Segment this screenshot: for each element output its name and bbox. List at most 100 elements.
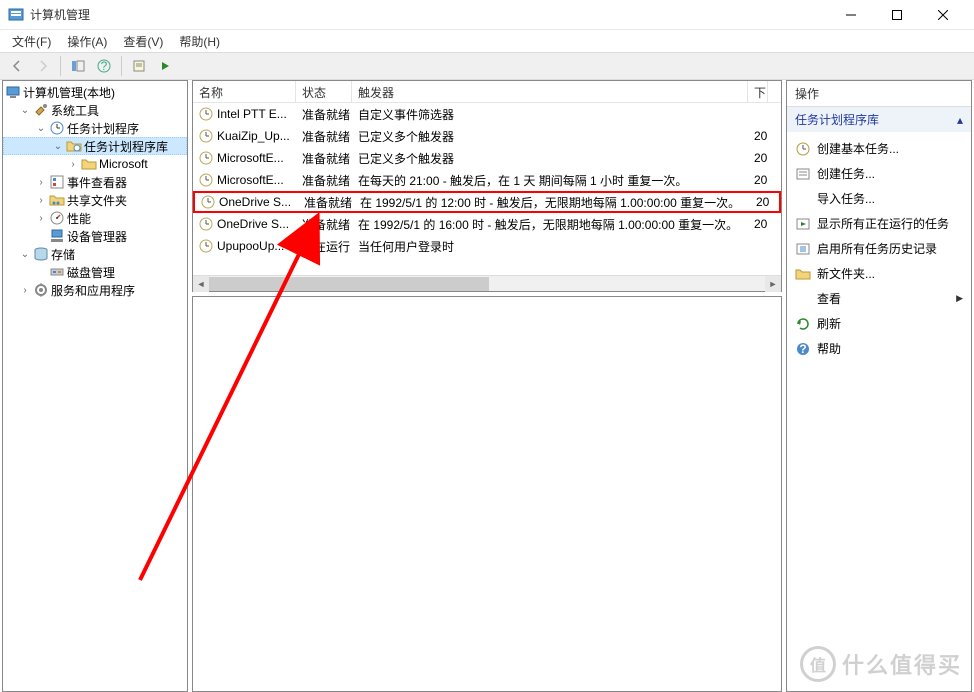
- cell-name: OneDrive S...: [193, 215, 296, 233]
- header-trigger[interactable]: 触发器: [352, 81, 748, 102]
- tree-task-scheduler[interactable]: ⌄ 任务计划程序: [3, 119, 187, 137]
- tree-panel[interactable]: 计算机管理(本地) ⌄ 系统工具 ⌄ 任务计划程序 ⌄ 任务计划程序库 › Mi…: [2, 80, 188, 692]
- chevron-down-icon[interactable]: ⌄: [33, 123, 49, 134]
- tree-event-viewer[interactable]: › 事件查看器: [3, 173, 187, 191]
- folder-icon: [795, 266, 811, 282]
- action-item[interactable]: 刷新: [787, 311, 971, 336]
- header-status[interactable]: 状态: [296, 81, 352, 102]
- tree-label: 事件查看器: [67, 174, 127, 191]
- close-button[interactable]: [920, 0, 966, 30]
- maximize-button[interactable]: [874, 0, 920, 30]
- tree-microsoft[interactable]: › Microsoft: [3, 155, 187, 173]
- back-button[interactable]: [6, 55, 28, 77]
- cell-status: 准备就绪: [296, 214, 352, 235]
- forward-button[interactable]: [32, 55, 54, 77]
- tree-shared-folders[interactable]: › 共享文件夹: [3, 191, 187, 209]
- tree-label: 任务计划程序库: [84, 138, 168, 155]
- app-icon: [8, 7, 24, 23]
- task-icon: [199, 107, 213, 121]
- header-name[interactable]: 名称: [193, 81, 296, 102]
- collapse-icon[interactable]: ▴: [957, 113, 963, 127]
- tools-icon: [33, 102, 49, 118]
- task-icon: [199, 151, 213, 165]
- list-body[interactable]: Intel PTT E...准备就绪自定义事件筛选器KuaiZip_Up...准…: [193, 103, 781, 275]
- cell-trigger: 当任何用户登录时: [352, 236, 748, 257]
- tree-device-manager[interactable]: › 设备管理器: [3, 227, 187, 245]
- chevron-down-icon[interactable]: ⌄: [50, 141, 66, 152]
- horizontal-scrollbar[interactable]: ◄ ►: [193, 275, 781, 291]
- chevron-right-icon[interactable]: ›: [65, 159, 81, 170]
- cell-trigger: 已定义多个触发器: [352, 148, 748, 169]
- tree-storage[interactable]: ⌄ 存储: [3, 245, 187, 263]
- scroll-left-icon[interactable]: ◄: [193, 276, 209, 292]
- task-icon: [199, 239, 213, 253]
- table-row[interactable]: MicrosoftE...准备就绪在每天的 21:00 - 触发后，在 1 天 …: [193, 169, 781, 191]
- minimize-button[interactable]: [828, 0, 874, 30]
- cell-status: 正在运行: [296, 236, 352, 257]
- header-next[interactable]: 下: [748, 81, 768, 102]
- table-row[interactable]: MicrosoftE...准备就绪已定义多个触发器20: [193, 147, 781, 169]
- action-item[interactable]: 新文件夹...: [787, 261, 971, 286]
- tree-disk-management[interactable]: › 磁盘管理: [3, 263, 187, 281]
- task-new-icon: [795, 141, 811, 157]
- task-list: 名称 状态 触发器 下 Intel PTT E...准备就绪自定义事件筛选器Ku…: [192, 80, 782, 292]
- shared-folder-icon: [49, 192, 65, 208]
- action-item[interactable]: 查看▶: [787, 286, 971, 311]
- run-button[interactable]: [154, 55, 176, 77]
- window-controls: [828, 0, 966, 30]
- chevron-right-icon[interactable]: ›: [33, 213, 49, 224]
- cell-status: 准备就绪: [296, 126, 352, 147]
- table-row[interactable]: Intel PTT E...准备就绪自定义事件筛选器: [193, 103, 781, 125]
- table-row[interactable]: OneDrive S...准备就绪在 1992/5/1 的 12:00 时 - …: [193, 191, 781, 213]
- table-row[interactable]: KuaiZip_Up...准备就绪已定义多个触发器20: [193, 125, 781, 147]
- tree-root[interactable]: 计算机管理(本地): [3, 83, 187, 101]
- import-icon: [795, 191, 811, 207]
- scroll-thumb[interactable]: [209, 277, 489, 291]
- chevron-right-icon: ▶: [956, 293, 963, 304]
- event-icon: [49, 174, 65, 190]
- scroll-track[interactable]: [209, 276, 765, 291]
- help-button[interactable]: ?: [93, 55, 115, 77]
- svg-text:?: ?: [799, 342, 806, 356]
- chevron-right-icon[interactable]: ›: [33, 177, 49, 188]
- refresh-icon: [795, 316, 811, 332]
- titlebar: 计算机管理: [0, 0, 974, 30]
- cell-next: [748, 112, 768, 116]
- chevron-right-icon[interactable]: ›: [17, 285, 33, 296]
- table-row[interactable]: UpupooUp...正在运行当任何用户登录时: [193, 235, 781, 257]
- menu-action[interactable]: 操作(A): [59, 31, 115, 52]
- action-item[interactable]: 启用所有任务历史记录: [787, 236, 971, 261]
- tree-label: 系统工具: [51, 102, 99, 119]
- properties-button[interactable]: [128, 55, 150, 77]
- menu-help[interactable]: 帮助(H): [171, 31, 228, 52]
- scroll-right-icon[interactable]: ►: [765, 276, 781, 292]
- chevron-down-icon[interactable]: ⌄: [17, 105, 33, 116]
- folder-icon: [81, 156, 97, 172]
- action-item[interactable]: 显示所有正在运行的任务: [787, 211, 971, 236]
- cell-next: 20: [748, 171, 768, 189]
- actions-subheader: 任务计划程序库 ▴: [787, 107, 971, 132]
- tree-label: 存储: [51, 246, 75, 263]
- running-icon: [795, 216, 811, 232]
- tree-task-scheduler-lib[interactable]: ⌄ 任务计划程序库: [3, 137, 187, 155]
- table-row[interactable]: OneDrive S...准备就绪在 1992/5/1 的 16:00 时 - …: [193, 213, 781, 235]
- task-create-icon: [795, 166, 811, 182]
- action-item[interactable]: 创建任务...: [787, 161, 971, 186]
- action-label: 导入任务...: [817, 190, 875, 207]
- sidebar-toggle-button[interactable]: [67, 55, 89, 77]
- disk-icon: [49, 264, 65, 280]
- cell-name: MicrosoftE...: [193, 149, 296, 167]
- tree-system-tools[interactable]: ⌄ 系统工具: [3, 101, 187, 119]
- tree-services-apps[interactable]: › 服务和应用程序: [3, 281, 187, 299]
- chevron-right-icon[interactable]: ›: [33, 195, 49, 206]
- chevron-down-icon[interactable]: ⌄: [17, 249, 33, 260]
- action-item[interactable]: ? 帮助: [787, 336, 971, 361]
- cell-name: MicrosoftE...: [193, 171, 296, 189]
- menu-view[interactable]: 查看(V): [115, 31, 171, 52]
- action-item[interactable]: 导入任务...: [787, 186, 971, 211]
- action-label: 帮助: [817, 340, 841, 357]
- tree-performance[interactable]: › 性能: [3, 209, 187, 227]
- menu-file[interactable]: 文件(F): [4, 31, 59, 52]
- action-item[interactable]: 创建基本任务...: [787, 136, 971, 161]
- task-icon: [199, 129, 213, 143]
